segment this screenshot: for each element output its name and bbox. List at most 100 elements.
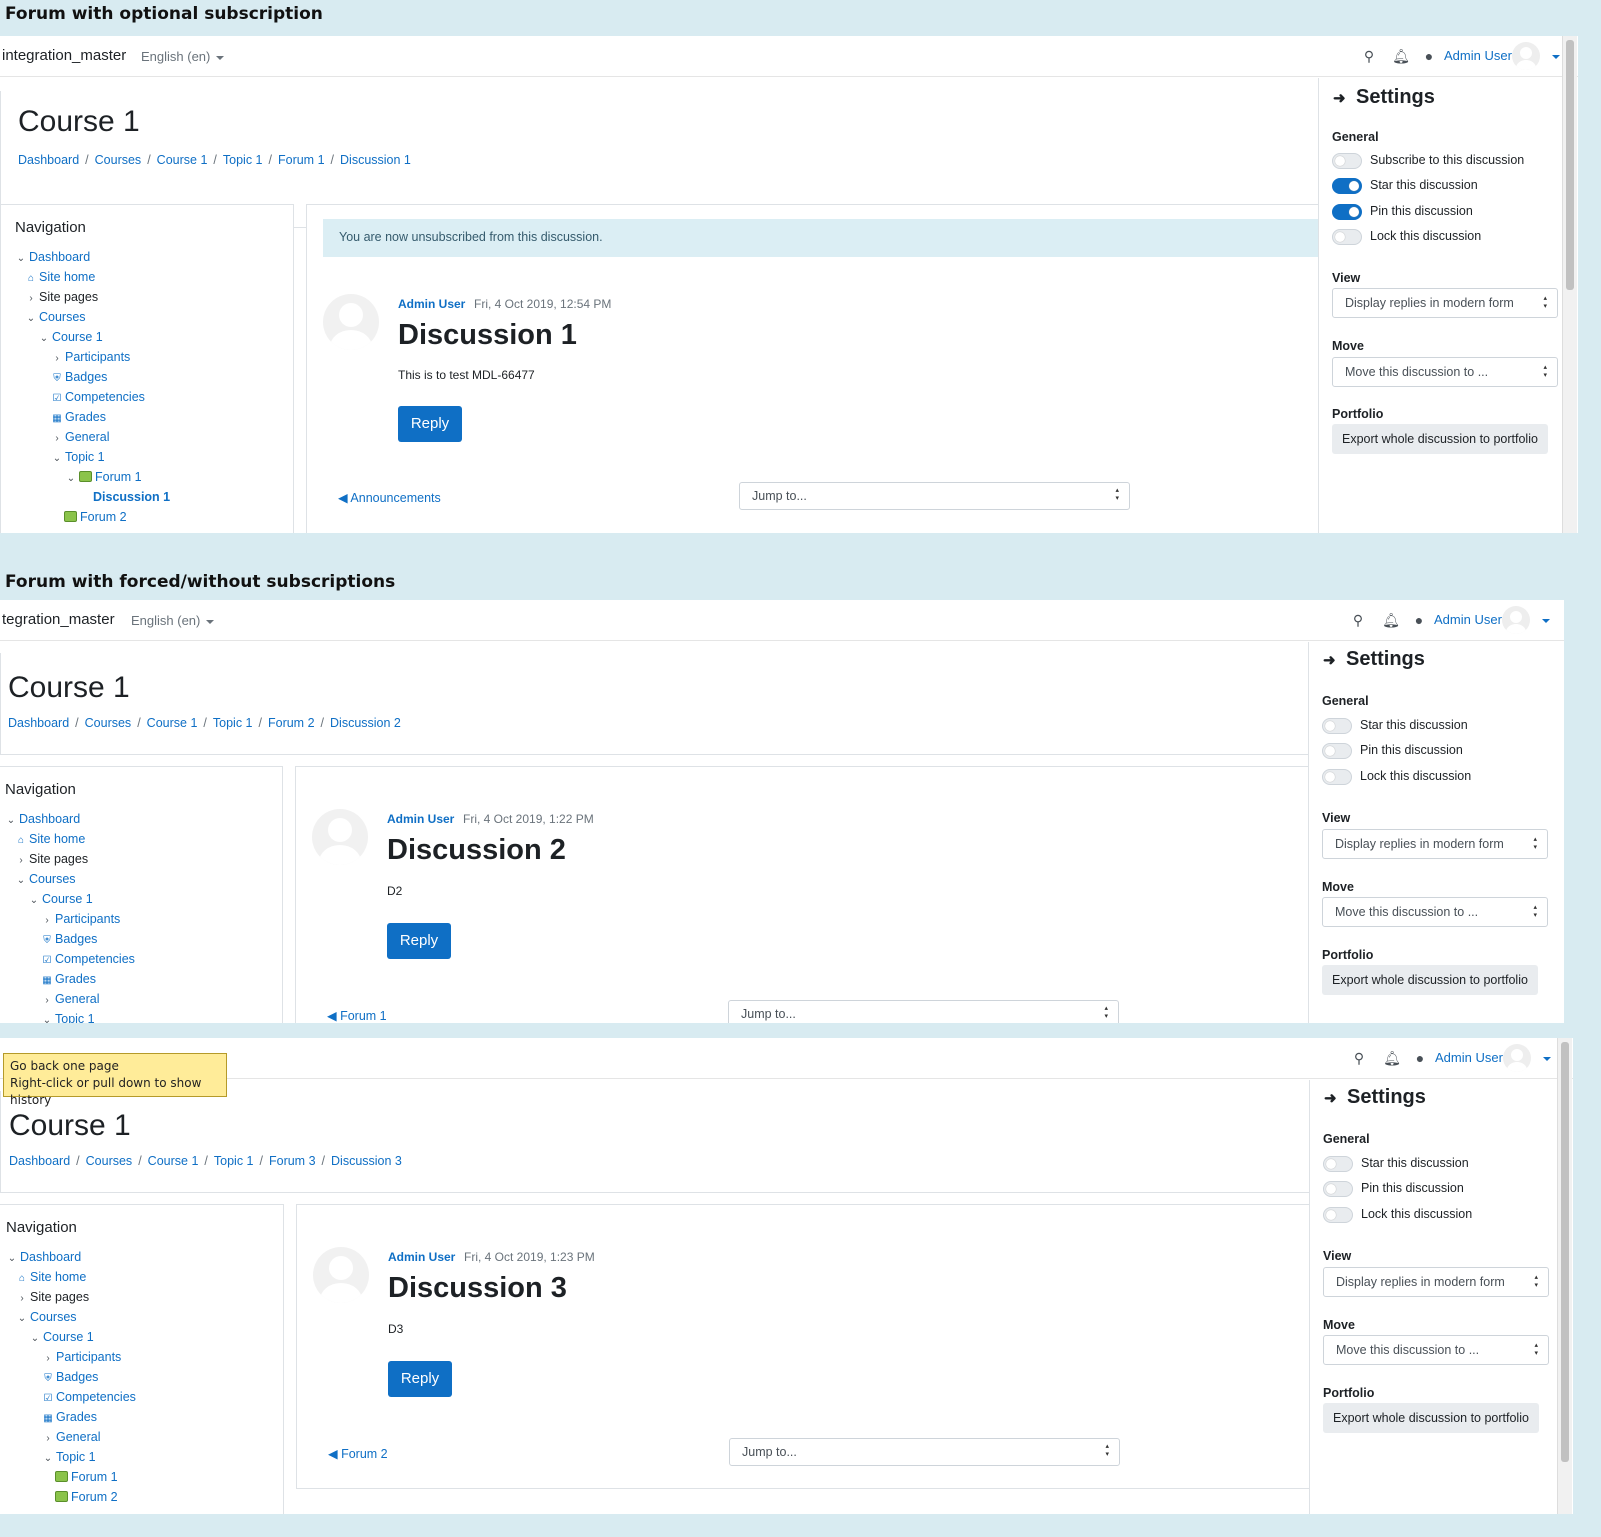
breadcrumb-item[interactable]: Courses — [85, 716, 132, 730]
site-name[interactable]: integration_master — [2, 47, 126, 64]
nav-site-home[interactable]: ⌂ Site home — [25, 270, 95, 284]
scrollbar-thumb[interactable] — [1566, 40, 1574, 290]
scrollbar-thumb[interactable] — [1561, 1042, 1569, 1462]
nav-courses[interactable]: ⌄ Courses — [15, 872, 76, 886]
bell-icon[interactable]: 🔔︎ — [1382, 611, 1400, 629]
avatar[interactable] — [1512, 42, 1540, 70]
search-icon[interactable]: ⚲ — [1360, 47, 1378, 65]
avatar[interactable] — [1502, 606, 1530, 634]
lock-toggle[interactable] — [1322, 769, 1352, 785]
nav-competencies[interactable]: ☑ Competencies — [51, 390, 145, 404]
nav-participants[interactable]: › Participants — [51, 350, 130, 364]
nav-dashboard[interactable]: ⌄ Dashboard — [15, 250, 90, 264]
site-name[interactable]: tegration_master — [2, 611, 115, 628]
star-toggle[interactable] — [1332, 178, 1362, 194]
star-toggle[interactable] — [1322, 718, 1352, 734]
jump-to-select[interactable]: Jump to... — [729, 1438, 1120, 1466]
avatar[interactable] — [1503, 1044, 1531, 1072]
nav-grades[interactable]: ▦ Grades — [42, 1410, 97, 1424]
breadcrumb-item[interactable]: Courses — [86, 1154, 133, 1168]
breadcrumb-item[interactable]: Discussion 1 — [340, 153, 411, 167]
previous-discussion-link[interactable]: ◀ Forum 1 — [327, 1008, 387, 1023]
nav-general[interactable]: › General — [51, 430, 109, 444]
avatar[interactable] — [312, 809, 368, 865]
jump-to-select[interactable]: Jump to... — [728, 1000, 1119, 1023]
nav-site-home[interactable]: ⌂ Site home — [15, 832, 85, 846]
nav-general[interactable]: › General — [42, 1430, 100, 1444]
post-author[interactable]: Admin User — [388, 1250, 455, 1264]
post-author[interactable]: Admin User — [398, 297, 465, 311]
view-select[interactable]: Display replies in modern form — [1323, 1267, 1549, 1297]
nav-dashboard[interactable]: ⌄ Dashboard — [6, 1250, 81, 1264]
export-portfolio-button[interactable]: Export whole discussion to portfolio — [1322, 965, 1538, 995]
nav-site-pages[interactable]: › Site pages — [15, 852, 88, 866]
bell-icon[interactable]: 🔔︎ — [1383, 1049, 1401, 1067]
arrow-right-icon[interactable]: ➜ — [1324, 1089, 1337, 1107]
nav-forum-2[interactable]: Forum 2 — [55, 1490, 118, 1504]
nav-forum-1[interactable]: ⌄ Forum 1 — [65, 470, 142, 484]
lock-toggle[interactable] — [1332, 229, 1362, 245]
breadcrumb-item[interactable]: Forum 3 — [269, 1154, 316, 1168]
breadcrumb-item[interactable]: Dashboard — [18, 153, 79, 167]
breadcrumb-item[interactable]: Course 1 — [157, 153, 208, 167]
breadcrumb-item[interactable]: Forum 2 — [268, 716, 315, 730]
nav-competencies[interactable]: ☑ Competencies — [41, 952, 135, 966]
breadcrumb-item[interactable]: Discussion 3 — [331, 1154, 402, 1168]
bell-icon[interactable]: 🔔︎ — [1392, 47, 1410, 65]
move-select[interactable]: Move this discussion to ... — [1322, 897, 1548, 927]
arrow-right-icon[interactable]: ➜ — [1333, 89, 1346, 107]
language-menu[interactable]: English (en) — [131, 613, 214, 628]
nav-forum-2[interactable]: Forum 2 — [64, 510, 127, 524]
pin-toggle[interactable] — [1332, 204, 1362, 220]
nav-badges[interactable]: ⛨ Badges — [41, 932, 97, 946]
pin-toggle[interactable] — [1322, 743, 1352, 759]
nav-course-1[interactable]: ⌄ Course 1 — [28, 892, 93, 906]
nav-grades[interactable]: ▦ Grades — [51, 410, 106, 424]
reply-button[interactable]: Reply — [398, 406, 462, 442]
nav-discussion-1[interactable]: Discussion 1 — [93, 490, 170, 504]
move-select[interactable]: Move this discussion to ... — [1323, 1335, 1549, 1365]
jump-to-select[interactable]: Jump to... — [739, 482, 1130, 510]
nav-courses[interactable]: ⌄ Courses — [25, 310, 86, 324]
nav-competencies[interactable]: ☑ Competencies — [42, 1390, 136, 1404]
export-portfolio-button[interactable]: Export whole discussion to portfolio — [1323, 1403, 1539, 1433]
search-icon[interactable]: ⚲ — [1350, 1049, 1368, 1067]
chevron-down-icon[interactable] — [1552, 48, 1562, 62]
scrollbar[interactable] — [1557, 1038, 1572, 1514]
arrow-right-icon[interactable]: ➜ — [1323, 651, 1336, 669]
reply-button[interactable]: Reply — [387, 923, 451, 959]
view-select[interactable]: Display replies in modern form — [1322, 829, 1548, 859]
breadcrumb-item[interactable]: Discussion 2 — [330, 716, 401, 730]
breadcrumb-item[interactable]: Topic 1 — [214, 1154, 254, 1168]
previous-discussion-link[interactable]: ◀ Forum 2 — [328, 1446, 388, 1461]
export-portfolio-button[interactable]: Export whole discussion to portfolio — [1332, 424, 1548, 454]
chat-icon[interactable]: ● — [1420, 47, 1438, 65]
language-menu[interactable]: English (en) — [141, 49, 224, 64]
nav-topic-1[interactable]: ⌄ Topic 1 — [41, 1012, 95, 1023]
previous-discussion-link[interactable]: ◀ Announcements — [338, 490, 441, 505]
nav-badges[interactable]: ⛨ Badges — [51, 370, 107, 384]
nav-participants[interactable]: › Participants — [42, 1350, 121, 1364]
nav-participants[interactable]: › Participants — [41, 912, 120, 926]
search-icon[interactable]: ⚲ — [1349, 611, 1367, 629]
breadcrumb-item[interactable]: Forum 1 — [278, 153, 325, 167]
chevron-down-icon[interactable] — [1542, 612, 1552, 626]
nav-site-pages[interactable]: › Site pages — [25, 290, 98, 304]
chat-icon[interactable]: ● — [1410, 611, 1428, 629]
lock-toggle[interactable] — [1323, 1207, 1353, 1223]
move-select[interactable]: Move this discussion to ... — [1332, 357, 1558, 387]
nav-forum-1[interactable]: Forum 1 — [55, 1470, 118, 1484]
nav-course-1[interactable]: ⌄ Course 1 — [38, 330, 103, 344]
pin-toggle[interactable] — [1323, 1181, 1353, 1197]
subscribe-toggle[interactable] — [1332, 153, 1362, 169]
breadcrumb-item[interactable]: Dashboard — [9, 1154, 70, 1168]
nav-course-1[interactable]: ⌄ Course 1 — [29, 1330, 94, 1344]
view-select[interactable]: Display replies in modern form — [1332, 288, 1558, 318]
avatar[interactable] — [313, 1247, 369, 1303]
user-menu[interactable]: Admin User — [1444, 48, 1512, 63]
nav-dashboard[interactable]: ⌄ Dashboard — [5, 812, 80, 826]
breadcrumb-item[interactable]: Course 1 — [148, 1154, 199, 1168]
nav-general[interactable]: › General — [41, 992, 99, 1006]
breadcrumb-item[interactable]: Course 1 — [147, 716, 198, 730]
breadcrumb-item[interactable]: Courses — [95, 153, 142, 167]
